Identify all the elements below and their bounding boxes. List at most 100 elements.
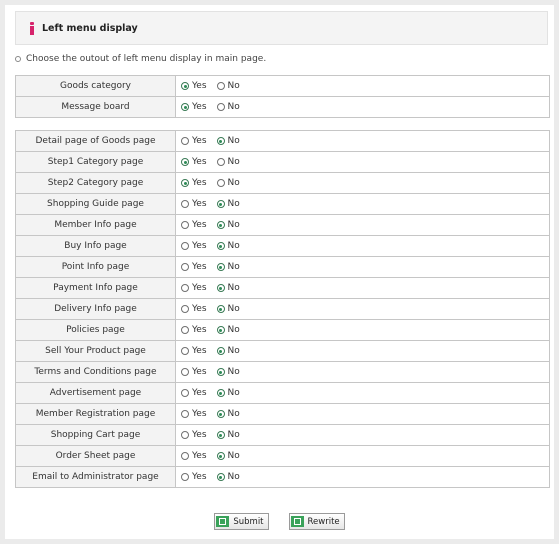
radio-option-no[interactable]: No: [216, 367, 240, 377]
radio-option-no[interactable]: No: [216, 241, 240, 251]
radio-button-no[interactable]: [216, 473, 225, 481]
radio-button-yes[interactable]: [181, 410, 189, 418]
radio-button-yes[interactable]: [181, 389, 189, 397]
radio-group: Yes No: [181, 325, 549, 335]
option-value: Yes No: [175, 151, 550, 173]
radio-button-yes[interactable]: [181, 158, 189, 166]
radio-option-no[interactable]: No: [216, 409, 240, 419]
radio-option-yes[interactable]: Yes: [181, 136, 207, 146]
radio-option-yes[interactable]: Yes: [181, 346, 207, 356]
radio-option-yes[interactable]: Yes: [181, 409, 207, 419]
radio-button-yes[interactable]: [181, 431, 189, 439]
submit-button[interactable]: Submit: [214, 513, 269, 530]
radio-label-no: No: [227, 367, 240, 377]
radio-button-no[interactable]: [216, 452, 225, 460]
radio-option-no[interactable]: No: [216, 220, 240, 230]
radio-button-yes[interactable]: [181, 221, 189, 229]
radio-button-no[interactable]: [216, 179, 225, 187]
rewrite-label: Rewrite: [307, 516, 340, 527]
radio-button-yes[interactable]: [181, 284, 189, 292]
radio-button-yes[interactable]: [181, 263, 189, 271]
radio-option-no[interactable]: No: [216, 388, 240, 398]
radio-option-no[interactable]: No: [216, 430, 240, 440]
radio-button-no[interactable]: [216, 389, 225, 397]
description: Choose the outout of left menu display i…: [15, 54, 266, 64]
radio-option-yes[interactable]: Yes: [181, 241, 207, 251]
radio-option-yes[interactable]: Yes: [181, 325, 207, 335]
radio-option-no[interactable]: No: [216, 178, 240, 188]
radio-option-no[interactable]: No: [216, 283, 240, 293]
radio-label-no: No: [227, 241, 240, 251]
radio-option-no[interactable]: No: [216, 102, 240, 112]
radio-option-no[interactable]: No: [216, 451, 240, 461]
radio-button-no[interactable]: [216, 305, 225, 313]
radio-button-no[interactable]: [216, 284, 225, 292]
option-label: Step2 Category page: [15, 172, 176, 194]
radio-option-yes[interactable]: Yes: [181, 430, 207, 440]
rewrite-button[interactable]: Rewrite: [288, 513, 345, 530]
radio-option-yes[interactable]: Yes: [181, 472, 207, 482]
radio-button-no[interactable]: [216, 158, 225, 166]
radio-label-yes: Yes: [192, 178, 207, 188]
radio-button-no[interactable]: [216, 326, 225, 334]
radio-button-yes[interactable]: [181, 326, 189, 334]
radio-label-no: No: [227, 304, 240, 314]
radio-label-no: No: [227, 409, 240, 419]
radio-option-yes[interactable]: Yes: [181, 81, 207, 91]
radio-option-no[interactable]: No: [216, 304, 240, 314]
radio-option-yes[interactable]: Yes: [181, 199, 207, 209]
radio-button-no[interactable]: [216, 431, 225, 439]
radio-button-yes[interactable]: [181, 368, 189, 376]
radio-option-yes[interactable]: Yes: [181, 102, 207, 112]
radio-option-no[interactable]: No: [216, 472, 240, 482]
radio-group: Yes No: [181, 430, 549, 440]
radio-button-no[interactable]: [216, 410, 225, 418]
radio-group: Yes No: [181, 199, 549, 209]
radio-option-yes[interactable]: Yes: [181, 388, 207, 398]
radio-option-no[interactable]: No: [216, 157, 240, 167]
radio-button-no[interactable]: [216, 221, 225, 229]
rewrite-icon: [290, 516, 304, 527]
radio-button-yes[interactable]: [181, 103, 189, 111]
radio-option-no[interactable]: No: [216, 199, 240, 209]
radio-option-yes[interactable]: Yes: [181, 304, 207, 314]
radio-option-no[interactable]: No: [216, 346, 240, 356]
radio-button-yes[interactable]: [181, 179, 189, 187]
radio-option-yes[interactable]: Yes: [181, 157, 207, 167]
radio-button-no[interactable]: [216, 137, 225, 145]
radio-button-yes[interactable]: [181, 305, 189, 313]
radio-group: Yes No: [181, 81, 549, 91]
radio-option-no[interactable]: No: [216, 262, 240, 272]
radio-option-yes[interactable]: Yes: [181, 283, 207, 293]
radio-option-yes[interactable]: Yes: [181, 178, 207, 188]
radio-option-yes[interactable]: Yes: [181, 367, 207, 377]
radio-button-no[interactable]: [216, 368, 225, 376]
radio-button-no[interactable]: [216, 242, 225, 250]
radio-option-no[interactable]: No: [216, 136, 240, 146]
radio-button-yes[interactable]: [181, 452, 189, 460]
radio-button-yes[interactable]: [181, 347, 189, 355]
option-value: Yes No: [175, 75, 550, 97]
option-label: Sell Your Product page: [15, 340, 176, 362]
radio-option-yes[interactable]: Yes: [181, 451, 207, 461]
radio-option-no[interactable]: No: [216, 81, 240, 91]
radio-button-yes[interactable]: [181, 473, 189, 481]
radio-button-no[interactable]: [216, 103, 225, 111]
radio-button-yes[interactable]: [181, 82, 189, 90]
radio-button-yes[interactable]: [181, 137, 189, 145]
radio-option-yes[interactable]: Yes: [181, 262, 207, 272]
option-label: Point Info page: [15, 256, 176, 278]
radio-label-yes: Yes: [192, 367, 207, 377]
radio-button-yes[interactable]: [181, 242, 189, 250]
radio-button-no[interactable]: [216, 200, 225, 208]
radio-button-no[interactable]: [216, 82, 225, 90]
radio-button-no[interactable]: [216, 347, 225, 355]
radio-label-yes: Yes: [192, 388, 207, 398]
radio-group: Yes No: [181, 388, 549, 398]
option-value: Yes No: [175, 403, 550, 425]
radio-button-no[interactable]: [216, 263, 225, 271]
radio-option-yes[interactable]: Yes: [181, 220, 207, 230]
radio-option-no[interactable]: No: [216, 325, 240, 335]
option-label: Policies page: [15, 319, 176, 341]
radio-button-yes[interactable]: [181, 200, 189, 208]
